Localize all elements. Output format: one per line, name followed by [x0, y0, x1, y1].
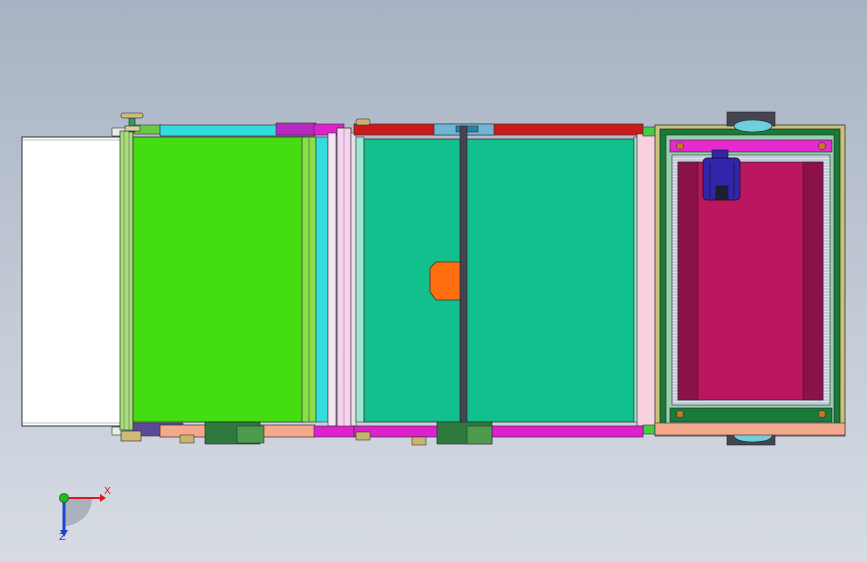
feed-tray[interactable] — [21, 136, 123, 427]
top-rail-left[interactable] — [132, 122, 345, 137]
cad-viewport[interactable]: X Z — [0, 0, 867, 562]
x-axis-label: X — [104, 486, 111, 497]
triad-shadow — [64, 498, 92, 526]
teal-belt[interactable] — [355, 136, 641, 423]
center-tie-bar[interactable] — [459, 125, 468, 437]
chamber-interior[interactable] — [677, 161, 824, 401]
y-axis-dot — [59, 493, 69, 503]
bottom-rails[interactable] — [120, 421, 644, 446]
axis-triad: X Z — [48, 482, 118, 544]
top-rail-red[interactable] — [353, 118, 644, 136]
green-belt[interactable] — [132, 136, 317, 423]
conveyor-dryer-model[interactable] — [0, 0, 867, 562]
orange-bracket[interactable] — [429, 261, 463, 301]
transfer-roller[interactable] — [315, 127, 357, 431]
z-axis-label: Z — [59, 532, 66, 543]
pink-transition-panel[interactable] — [636, 126, 658, 435]
